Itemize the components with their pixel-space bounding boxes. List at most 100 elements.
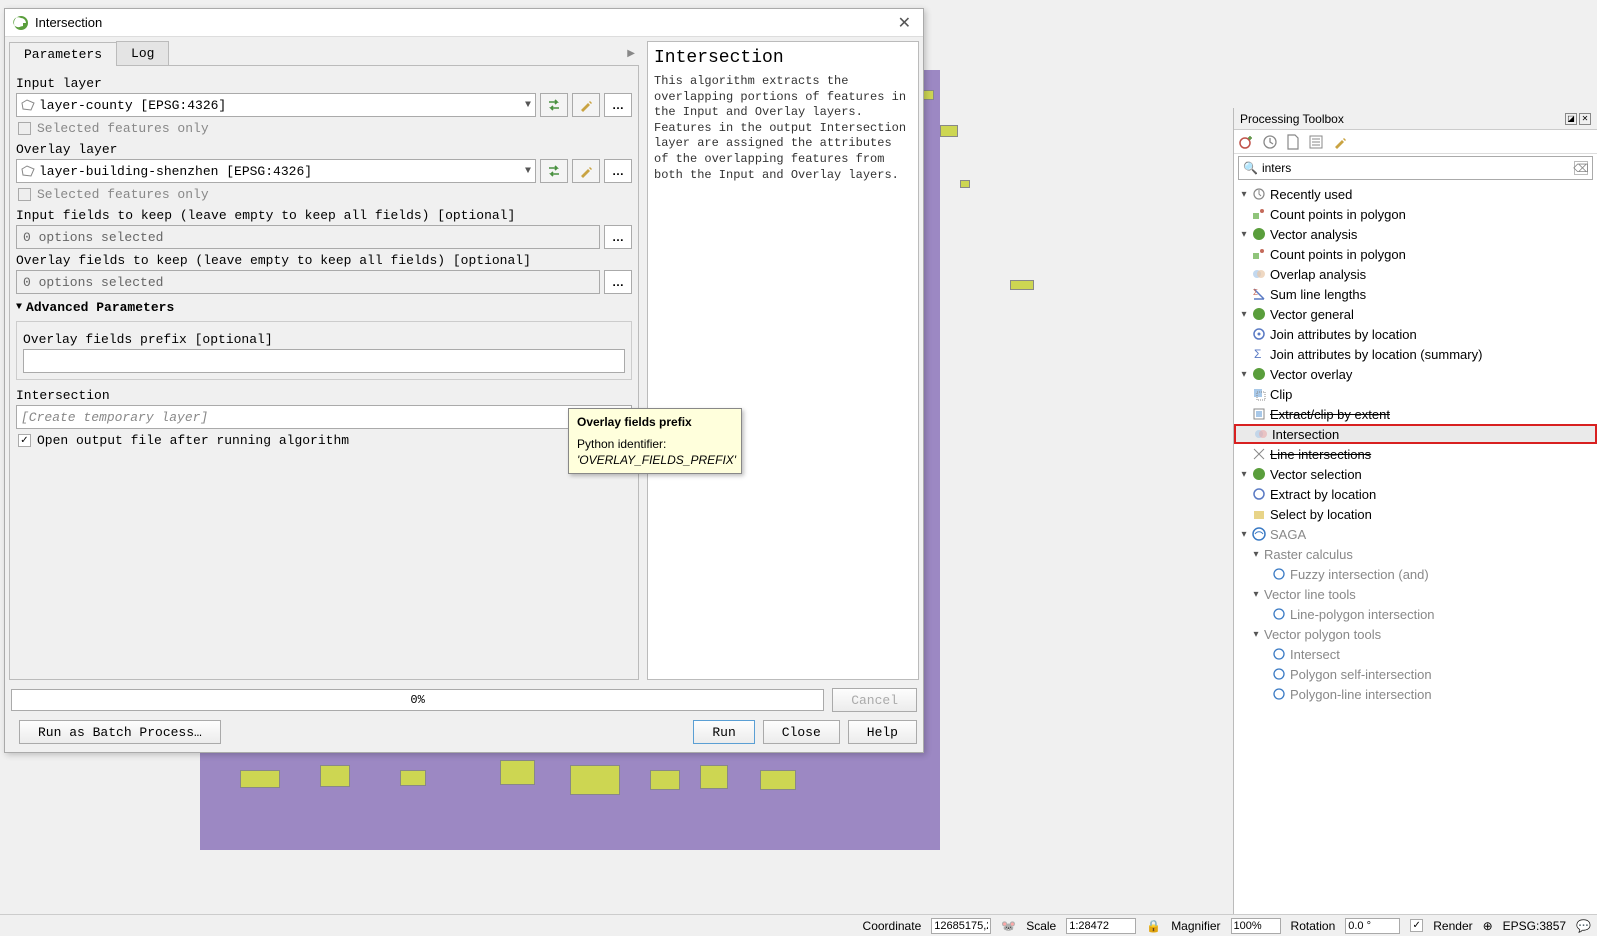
tree-item[interactable]: Join attributes by location	[1234, 324, 1597, 344]
tree-label: SAGA	[1270, 527, 1306, 542]
input-fields-browse-button[interactable]: …	[604, 225, 632, 249]
messages-icon[interactable]: 💬	[1576, 919, 1591, 933]
epsg-label[interactable]: EPSG:3857	[1503, 919, 1566, 933]
crs-icon[interactable]: ⊕	[1483, 919, 1493, 933]
batch-button[interactable]: Run as Batch Process…	[19, 720, 221, 744]
polygon-layer-icon	[21, 99, 35, 111]
tree-group-saga[interactable]: ▾ SAGA	[1234, 524, 1597, 544]
lock-icon[interactable]: 🔒	[1146, 919, 1161, 933]
clock-icon[interactable]	[1262, 134, 1278, 150]
help-button[interactable]: Help	[848, 720, 917, 744]
tree-label: Sum line lengths	[1270, 287, 1366, 302]
tree-group-vector-selection[interactable]: ▾ Vector selection	[1234, 464, 1597, 484]
overlay-layer-combo[interactable]: layer-building-shenzhen [EPSG:4326] ▼	[16, 159, 536, 183]
close-panel-icon[interactable]: ✕	[1579, 113, 1591, 125]
browse-button[interactable]: …	[604, 93, 632, 117]
tab-parameters[interactable]: Parameters	[9, 42, 117, 66]
scale-label: Scale	[1026, 919, 1056, 933]
tree-subgroup[interactable]: ▾Vector line tools	[1234, 584, 1597, 604]
tab-scroll-right-icon[interactable]: ▶	[627, 48, 635, 59]
help-text: This algorithm extracts the overlapping …	[654, 74, 912, 183]
overlay-selected-only-checkbox[interactable]	[18, 188, 31, 201]
advanced-parameters-toggle[interactable]: ▼ Advanced Parameters	[16, 300, 632, 315]
dialog-close-icon[interactable]: ✕	[894, 13, 915, 33]
tree-item[interactable]: Line-polygon intersection	[1234, 604, 1597, 624]
tree-item[interactable]: Extract by location	[1234, 484, 1597, 504]
coordinate-value[interactable]	[931, 918, 991, 934]
saga-icon	[1270, 566, 1288, 582]
run-button[interactable]: Run	[693, 720, 754, 744]
dropdown-icon: ▼	[525, 100, 531, 111]
intersection-dialog: Intersection ✕ Parameters Log ▶ Input la…	[4, 8, 924, 753]
tree-label: Raster calculus	[1264, 547, 1353, 562]
tree-item-intersection[interactable]: Intersection	[1234, 424, 1597, 444]
tree-item[interactable]: ΣSum line lengths	[1234, 284, 1597, 304]
overlay-fields-multiselect[interactable]: 0 options selected	[16, 270, 600, 294]
tree-item[interactable]: Intersect	[1234, 644, 1597, 664]
rotation-label: Rotation	[1291, 919, 1336, 933]
tree-item[interactable]: Overlap analysis	[1234, 264, 1597, 284]
magnifier-value[interactable]	[1231, 918, 1281, 934]
clear-search-icon[interactable]: ⌫	[1574, 161, 1588, 175]
tree-group-recent[interactable]: ▾ Recently used	[1234, 184, 1597, 204]
input-selected-only-label: Selected features only	[37, 121, 209, 136]
toolbox-header: Processing Toolbox ◪ ✕	[1234, 108, 1597, 130]
toolbox-search-input[interactable]	[1262, 161, 1574, 175]
tree-item[interactable]: Line intersections	[1234, 444, 1597, 464]
tree-item[interactable]: Clip	[1234, 384, 1597, 404]
close-button[interactable]: Close	[763, 720, 840, 744]
rotation-value[interactable]	[1345, 918, 1400, 934]
prefix-label: Overlay fields prefix [optional]	[23, 332, 625, 347]
tree-item[interactable]: ΣJoin attributes by location (summary)	[1234, 344, 1597, 364]
tree-group-vector-analysis[interactable]: ▾ Vector analysis	[1234, 224, 1597, 244]
cancel-button[interactable]: Cancel	[832, 688, 917, 712]
select-icon	[1250, 506, 1268, 522]
qgis-icon	[13, 15, 29, 31]
tooltip: Overlay fields prefix Python identifier:…	[568, 408, 742, 474]
input-layer-combo[interactable]: layer-county [EPSG:4326] ▼	[16, 93, 536, 117]
tree-subgroup[interactable]: ▾Raster calculus	[1234, 544, 1597, 564]
status-bar: Coordinate 🐭 Scale 🔒 Magnifier Rotation …	[0, 914, 1597, 936]
tree-subgroup[interactable]: ▾Vector polygon tools	[1234, 624, 1597, 644]
gear-plus-icon[interactable]	[1238, 134, 1254, 150]
overlay-layer-label: Overlay layer	[16, 142, 632, 157]
tree-label: Join attributes by location (summary)	[1270, 347, 1482, 362]
tree-item[interactable]: Count points in polygon	[1234, 244, 1597, 264]
open-output-checkbox[interactable]: ✓	[18, 434, 31, 447]
overlay-fields-label: Overlay fields to keep (leave empty to k…	[16, 253, 632, 268]
dialog-titlebar[interactable]: Intersection ✕	[5, 9, 923, 37]
tree-group-vector-general[interactable]: ▾ Vector general	[1234, 304, 1597, 324]
tree-item[interactable]: Fuzzy intersection (and)	[1234, 564, 1597, 584]
tree-item[interactable]: Count points in polygon	[1234, 204, 1597, 224]
input-selected-only-checkbox[interactable]	[18, 122, 31, 135]
settings-button[interactable]	[572, 159, 600, 183]
scale-value[interactable]	[1066, 918, 1136, 934]
tree-item[interactable]: Polygon self-intersection	[1234, 664, 1597, 684]
input-fields-multiselect[interactable]: 0 options selected	[16, 225, 600, 249]
browse-button[interactable]: …	[604, 159, 632, 183]
settings-button[interactable]	[572, 93, 600, 117]
tab-log[interactable]: Log	[116, 41, 169, 65]
document-icon[interactable]	[1286, 134, 1300, 150]
results-icon[interactable]	[1308, 134, 1324, 150]
wrench-icon[interactable]	[1332, 134, 1348, 150]
algorithm-icon	[1250, 246, 1268, 262]
tree-item[interactable]: Select by location	[1234, 504, 1597, 524]
parameters-panel: Input layer layer-county [EPSG:4326] ▼ …	[9, 66, 639, 680]
tree-item[interactable]: Extract/clip by extent	[1234, 404, 1597, 424]
prefix-input[interactable]	[23, 349, 625, 373]
iterate-button[interactable]	[540, 159, 568, 183]
output-combo[interactable]: [Create temporary layer]	[16, 405, 632, 429]
iterate-button[interactable]	[540, 93, 568, 117]
extents-icon[interactable]: 🐭	[1001, 919, 1016, 933]
render-checkbox[interactable]: ✓	[1410, 919, 1423, 932]
tree-group-vector-overlay[interactable]: ▾ Vector overlay	[1234, 364, 1597, 384]
tree-label: Line intersections	[1270, 447, 1371, 462]
toolbox-toolbar	[1234, 130, 1597, 154]
overlay-fields-browse-button[interactable]: …	[604, 270, 632, 294]
clock-icon	[1250, 186, 1268, 202]
undock-icon[interactable]: ◪	[1565, 113, 1577, 125]
tree-label: Select by location	[1270, 507, 1372, 522]
tree-label: Overlap analysis	[1270, 267, 1366, 282]
tree-item[interactable]: Polygon-line intersection	[1234, 684, 1597, 704]
